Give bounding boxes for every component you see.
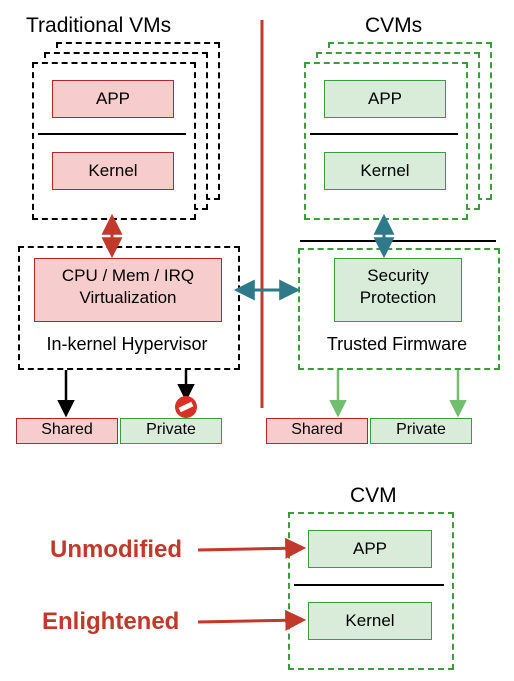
security-box: Security Protection: [334, 258, 462, 322]
cvm-single-kernel: Kernel: [308, 602, 432, 640]
virt-box: CPU / Mem / IRQ Virtualization: [34, 258, 222, 322]
virt-line1: CPU / Mem / IRQ: [62, 266, 194, 285]
arrow-unmodified: [198, 548, 302, 550]
tvms-app-box: APP: [52, 80, 174, 118]
cvms-app-box: APP: [324, 80, 446, 118]
cvm-single-app: APP: [308, 530, 432, 568]
sec-line2: Protection: [360, 288, 437, 307]
firmware-label: Trusted Firmware: [306, 334, 488, 355]
mem-right-shared: Shared: [266, 418, 368, 444]
cvms-divider: [310, 133, 458, 135]
arrow-enlightened: [198, 620, 302, 622]
title-cvms: CVMs: [365, 14, 422, 38]
tvms-divider: [38, 133, 186, 135]
title-cvm-single: CVM: [350, 484, 397, 508]
label-unmodified: Unmodified: [50, 536, 182, 564]
cvms-kernel-box: Kernel: [324, 152, 446, 190]
mem-right-private: Private: [370, 418, 472, 444]
no-entry-icon: [175, 396, 197, 418]
label-enlightened: Enlightened: [42, 608, 179, 636]
virt-line2: Virtualization: [79, 288, 176, 307]
hypervisor-label: In-kernel Hypervisor: [28, 334, 226, 355]
sec-line1: Security: [367, 266, 428, 285]
cvms-mid-line: [300, 240, 496, 242]
title-traditional-vms: Traditional VMs: [26, 14, 171, 38]
tvms-kernel-box: Kernel: [52, 152, 174, 190]
mem-left-private: Private: [120, 418, 222, 444]
mem-left-shared: Shared: [16, 418, 118, 444]
cvm-single-divider: [294, 584, 444, 586]
